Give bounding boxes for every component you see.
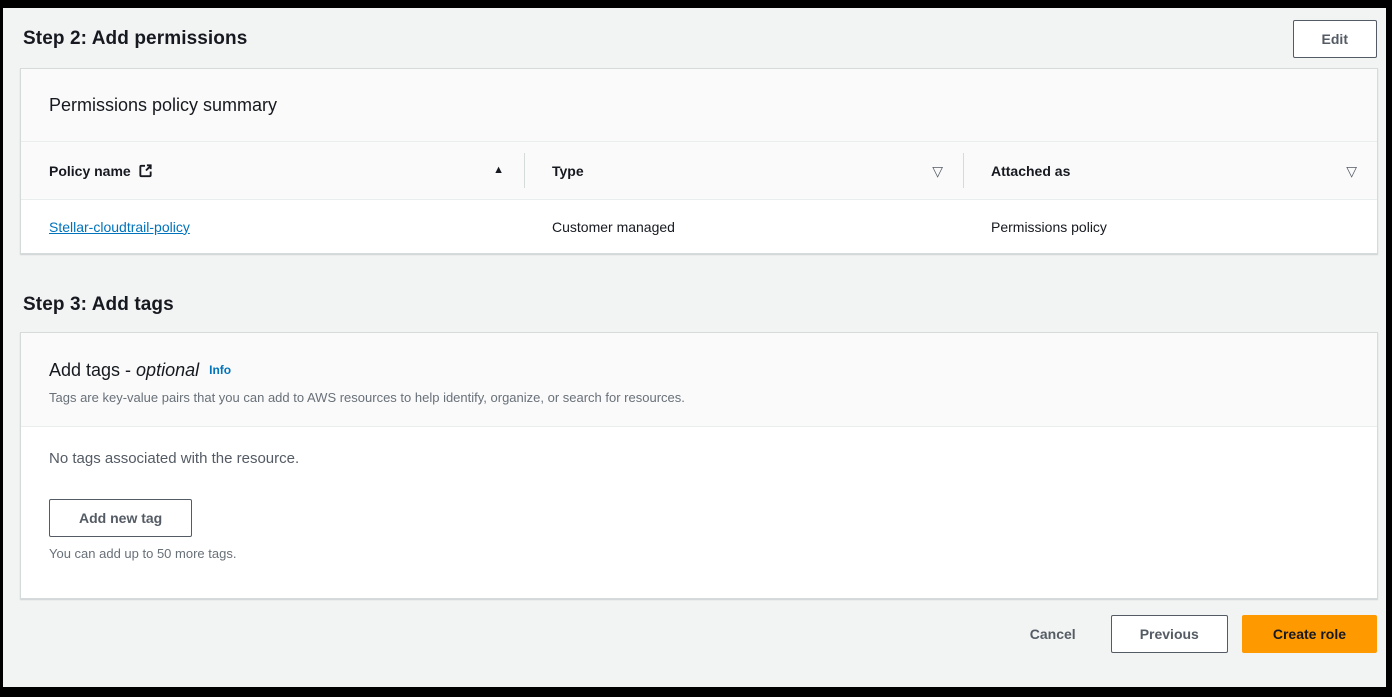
- step2-title: Step 2: Add permissions: [23, 27, 248, 49]
- create-role-button[interactable]: Create role: [1241, 615, 1377, 653]
- filter-icon[interactable]: ▽: [932, 164, 943, 178]
- policy-name-label-text: Policy name: [49, 162, 131, 179]
- add-new-tag-button[interactable]: Add new tag: [49, 499, 193, 537]
- permissions-panel-header: Permissions policy summary: [21, 69, 1377, 142]
- policy-name-column-label: Policy name: [49, 163, 153, 179]
- tags-title-optional-text: optional: [136, 360, 200, 380]
- external-link-icon: [138, 163, 153, 178]
- previous-button[interactable]: Previous: [1110, 615, 1228, 653]
- policy-name-link[interactable]: Stellar-cloudtrail-policy: [49, 219, 190, 235]
- policy-table-header-row: Policy name ▲ Type ▽ Attached as ▽: [21, 142, 1377, 200]
- sort-ascending-icon[interactable]: ▲: [493, 165, 504, 176]
- permissions-panel-title: Permissions policy summary: [49, 95, 278, 115]
- filter-icon[interactable]: ▽: [1346, 164, 1357, 178]
- column-header-policy-name[interactable]: Policy name ▲: [21, 142, 524, 199]
- attached-as-column-label: Attached as: [991, 162, 1071, 179]
- policy-name-cell: Stellar-cloudtrail-policy: [21, 200, 524, 253]
- policy-type-value: Customer managed: [552, 218, 675, 235]
- step3-title: Step 3: Add tags: [23, 294, 174, 315]
- policy-attached-as-value: Permissions policy: [991, 218, 1107, 235]
- tags-panel-body: No tags associated with the resource. Ad…: [21, 427, 1377, 598]
- policy-attached-as-cell: Permissions policy: [963, 200, 1377, 253]
- create-role-review-screen: Step 2: Add permissions Edit Permissions…: [0, 0, 1392, 697]
- add-tags-panel: Add tags - optional Info Tags are key-val…: [20, 332, 1378, 599]
- cancel-button[interactable]: Cancel: [1030, 626, 1076, 642]
- type-column-label: Type: [552, 162, 584, 179]
- column-header-attached-as[interactable]: Attached as ▽: [963, 142, 1377, 199]
- policy-type-cell: Customer managed: [524, 200, 963, 253]
- column-header-type[interactable]: Type ▽: [524, 142, 963, 199]
- no-tags-message: No tags associated with the resource.: [49, 450, 300, 467]
- edit-button[interactable]: Edit: [1292, 19, 1377, 58]
- tags-title-text: Add tags -: [49, 360, 137, 380]
- tags-panel-header: Add tags - optional Info Tags are key-val…: [21, 333, 1377, 427]
- tags-panel-description: Tags are key-value pairs that you can ad…: [49, 390, 685, 405]
- wizard-footer-actions: Cancel Previous Create role: [3, 615, 1377, 653]
- policy-table-row: Stellar-cloudtrail-policy Customer manag…: [21, 200, 1377, 253]
- tags-panel-title: Add tags - optional Info: [49, 360, 1349, 381]
- info-link[interactable]: Info: [209, 363, 231, 377]
- permissions-policy-summary-panel: Permissions policy summary Policy name ▲: [20, 68, 1378, 254]
- step2-header-row: Step 2: Add permissions Edit: [3, 8, 1386, 58]
- tag-limit-note: You can add up to 50 more tags.: [49, 546, 237, 561]
